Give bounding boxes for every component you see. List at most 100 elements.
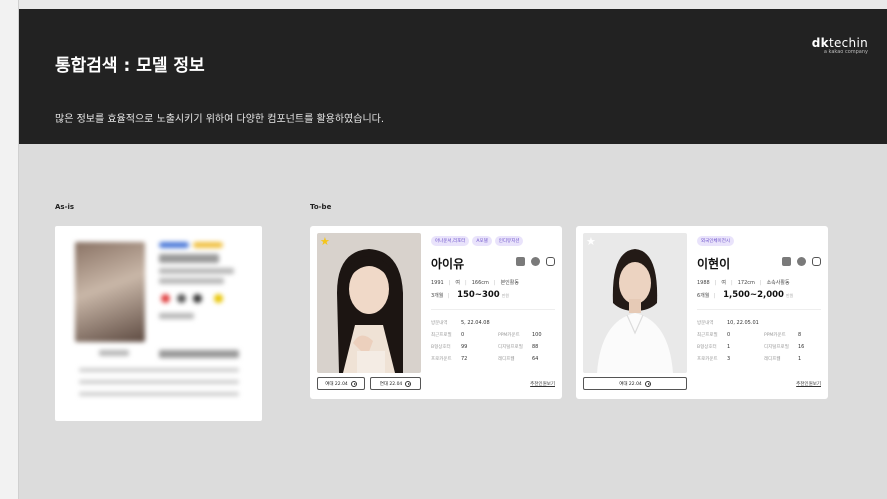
stat-label: B형상호터 bbox=[431, 345, 451, 350]
dktechin-logo: dktechin a kakao company bbox=[812, 36, 868, 55]
stat-value: 88 bbox=[532, 344, 539, 350]
stat-value: 3 bbox=[727, 356, 731, 362]
stats-table: 방문내역 10, 22.05.01 최근프로필 0 PPM카운트 8 B형상호터 1 디지털… bbox=[697, 320, 804, 368]
video-button[interactable]: 여대 22.04 bbox=[583, 377, 687, 390]
model-meta: 1988 | 여 | 172cm | 소속사활동 bbox=[697, 280, 790, 286]
contract-price: 1,500~2,000 bbox=[723, 290, 784, 300]
tag: 외국인체이전시 bbox=[697, 236, 734, 246]
model-photo[interactable]: ★ bbox=[317, 233, 421, 373]
header: 통합검색 : 모델 정보 많은 정보를 효율적으로 노출시키기 위하여 다양한 … bbox=[19, 9, 887, 144]
play-icon bbox=[405, 380, 412, 387]
stat-label: 프로카운트 bbox=[697, 357, 718, 362]
gender: 여 bbox=[721, 280, 727, 286]
stat-value: 16 bbox=[798, 344, 805, 350]
tag: 인디뮤지션 bbox=[494, 236, 524, 246]
youtube-icon[interactable] bbox=[782, 257, 791, 266]
stats-table: 방문내역 5, 22.04.08 최근프로필 0 PPM카운트 100 B형상호터 99 디… bbox=[431, 320, 542, 368]
asis-text-bar bbox=[79, 392, 239, 396]
asis-text-bar bbox=[79, 368, 239, 372]
video-button[interactable]: 여대 22.04 bbox=[317, 377, 365, 390]
stat-label: 디지털프로필 bbox=[764, 345, 789, 350]
tag-list: 외국인체이전시 bbox=[697, 236, 734, 246]
favorite-star-icon[interactable]: ★ bbox=[320, 235, 330, 248]
video-button[interactable]: 연대 22.04 bbox=[370, 377, 421, 390]
tag-list: 아나운서,리포터 A모델 인디뮤지션 bbox=[431, 236, 524, 246]
youtube-icon[interactable] bbox=[516, 257, 525, 266]
instagram-icon[interactable] bbox=[812, 257, 821, 266]
video-button-label: 연대 22.04 bbox=[379, 381, 403, 387]
model-name: 이현이 bbox=[697, 257, 731, 271]
asis-icon bbox=[214, 294, 223, 303]
asis-icon bbox=[161, 294, 170, 303]
social-links bbox=[516, 257, 555, 266]
gender: 여 bbox=[455, 280, 461, 286]
tag: 아나운서,리포터 bbox=[431, 236, 470, 246]
facebook-icon[interactable] bbox=[531, 257, 540, 266]
stat-label: 최근프로필 bbox=[431, 333, 452, 338]
facebook-icon[interactable] bbox=[797, 257, 806, 266]
asis-tag-blue bbox=[159, 242, 189, 248]
stat-label: PPM카운트 bbox=[764, 333, 786, 338]
height: 166cm bbox=[471, 280, 489, 286]
stat-label: B형상호터 bbox=[697, 345, 717, 350]
asis-label: As-is bbox=[55, 203, 75, 211]
video-button-label: 여대 22.04 bbox=[325, 381, 348, 387]
activity-type: 본인활동 bbox=[500, 280, 519, 286]
asis-icon bbox=[177, 294, 186, 303]
divider bbox=[697, 309, 821, 310]
stat-value: 1 bbox=[727, 344, 731, 350]
asis-tag-yellow bbox=[193, 242, 223, 248]
recommend-link[interactable]: 추천인원보기 bbox=[796, 381, 821, 387]
recommend-link[interactable]: 추천인원보기 bbox=[530, 381, 555, 387]
model-photo[interactable]: ★ bbox=[583, 233, 687, 373]
asis-card bbox=[55, 226, 262, 421]
birth-year: 1991 bbox=[431, 280, 444, 286]
stat-value: 1 bbox=[798, 356, 802, 362]
model-card[interactable]: ★ 외국인체이전시 이현이 1988 | 여 | 172cm | 소속사활동 6개월 | 1,5… bbox=[576, 226, 828, 399]
model-portrait-image bbox=[583, 233, 687, 373]
stat-value: 100 bbox=[532, 332, 542, 338]
birth-year: 1988 bbox=[697, 280, 710, 286]
stat-value: 0 bbox=[461, 332, 465, 338]
stat-label: PPM카운트 bbox=[498, 333, 520, 338]
instagram-icon[interactable] bbox=[546, 257, 555, 266]
stat-label: 방문내역 bbox=[431, 321, 448, 326]
asis-icon bbox=[193, 294, 202, 303]
tag: A모델 bbox=[472, 236, 492, 246]
play-icon bbox=[644, 380, 651, 387]
activity-type: 소속사활동 bbox=[766, 280, 790, 286]
contract-info: 3개월 | 150~300 만원 bbox=[431, 290, 510, 300]
divider bbox=[431, 309, 555, 310]
stat-value: 99 bbox=[461, 344, 468, 350]
logo-brand-bold: dk bbox=[811, 36, 829, 50]
asis-photo bbox=[75, 242, 145, 342]
asis-text-bar bbox=[159, 268, 234, 274]
price-unit: 만원 bbox=[785, 293, 794, 298]
page: 통합검색 : 모델 정보 많은 정보를 효율적으로 노출시키기 위하여 다양한 … bbox=[0, 0, 887, 499]
asis-text-bar bbox=[159, 278, 224, 284]
video-button-label: 여대 22.04 bbox=[619, 381, 642, 387]
stat-value: 64 bbox=[532, 356, 539, 362]
stat-value: 0 bbox=[727, 332, 731, 338]
model-portrait-image bbox=[317, 233, 421, 373]
asis-text-bar bbox=[159, 313, 194, 319]
stat-value: 8 bbox=[798, 332, 802, 338]
asis-text-bar bbox=[79, 380, 239, 384]
favorite-star-icon[interactable]: ★ bbox=[586, 235, 596, 248]
model-card[interactable]: ★ 아나운서,리포터 A모델 인디뮤지션 아이유 1991 | 여 | 166cm | 본인… bbox=[310, 226, 562, 399]
social-links bbox=[782, 257, 821, 266]
stat-label: 디지털프로필 bbox=[498, 345, 523, 350]
left-panel-edge bbox=[0, 0, 19, 499]
tobe-label: To-be bbox=[310, 203, 332, 211]
logo-brand: techin bbox=[828, 36, 868, 50]
stat-label: 레디프웹 bbox=[498, 357, 515, 362]
contract-info: 6개월 | 1,500~2,000 만원 bbox=[697, 290, 794, 300]
model-name: 아이유 bbox=[431, 257, 465, 271]
stat-value: 72 bbox=[461, 356, 468, 362]
stat-label: 최근프로필 bbox=[697, 333, 718, 338]
height: 172cm bbox=[737, 280, 755, 286]
stat-label: 방문내역 bbox=[697, 321, 714, 326]
asis-price-bar bbox=[159, 350, 239, 358]
play-icon bbox=[350, 380, 357, 387]
page-title: 통합검색 : 모델 정보 bbox=[55, 56, 205, 76]
